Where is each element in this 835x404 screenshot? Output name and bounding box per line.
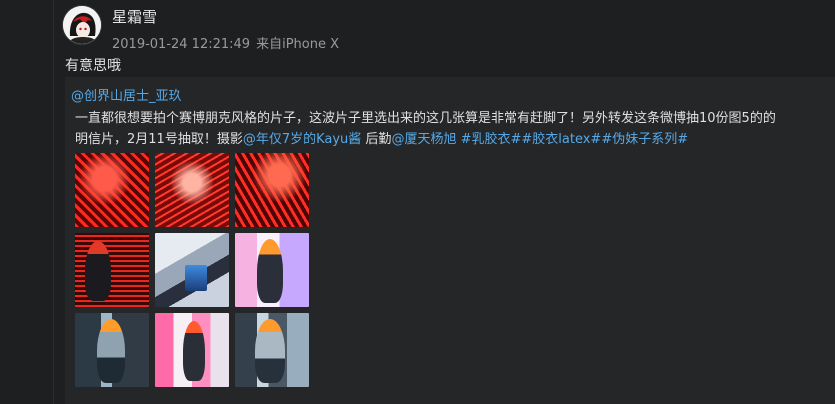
repost-text-line-2: 明信片，2月11号抽取！摄影@年仅7岁的Kayu酱 后勤@厦天杨旭 #乳胶衣##… — [75, 129, 831, 150]
image-thumbnail[interactable] — [155, 233, 229, 307]
mention-link[interactable]: @厦天杨旭 — [391, 132, 456, 147]
repost-card: @创界山居士_亚玖 一直都很想要拍个赛博朋克风格的片子，这波片子里选出来的这几张… — [65, 77, 835, 404]
repost-text-segment: 明信片，2月11号抽取！摄影 — [75, 132, 243, 147]
repost-author-link[interactable]: @创界山居士_亚玖 — [71, 85, 182, 104]
mention-link[interactable]: @年仅7岁的Kayu酱 — [243, 132, 361, 147]
weibo-post: 星霜雪 2019-01-24 12:21:49 来自iPhone X 有意思哦 @… — [53, 0, 835, 404]
image-thumbnail[interactable] — [75, 313, 149, 387]
image-grid — [75, 153, 309, 387]
hashtag-link[interactable]: #胶衣latex# — [521, 132, 601, 147]
hashtag-link[interactable]: #伪妹子系列# — [601, 132, 688, 147]
hashtag-link[interactable]: #乳胶衣# — [461, 132, 522, 147]
repost-text: 一直都很想要拍个赛博朋克风格的片子，这波片子里选出来的这几张算是非常有赶脚了！另… — [75, 108, 831, 150]
image-thumbnail[interactable] — [75, 233, 149, 307]
post-meta: 2019-01-24 12:21:49 来自iPhone X — [112, 33, 339, 52]
image-thumbnail[interactable] — [235, 313, 309, 387]
post-text: 有意思哦 — [65, 58, 121, 74]
avatar[interactable] — [63, 6, 101, 44]
repost-text-segment: 后勤 — [361, 132, 392, 147]
image-thumbnail[interactable] — [75, 153, 149, 227]
image-thumbnail[interactable] — [155, 153, 229, 227]
avatar-image — [63, 6, 101, 44]
image-thumbnail[interactable] — [155, 313, 229, 387]
post-source: 来自iPhone X — [256, 37, 339, 52]
repost-text-line-1: 一直都很想要拍个赛博朋克风格的片子，这波片子里选出来的这几张算是非常有赶脚了！另… — [75, 111, 776, 126]
image-thumbnail[interactable] — [235, 153, 309, 227]
author-name[interactable]: 星霜雪 — [112, 6, 157, 27]
image-thumbnail[interactable] — [235, 233, 309, 307]
post-timestamp: 2019-01-24 12:21:49 — [112, 37, 251, 52]
